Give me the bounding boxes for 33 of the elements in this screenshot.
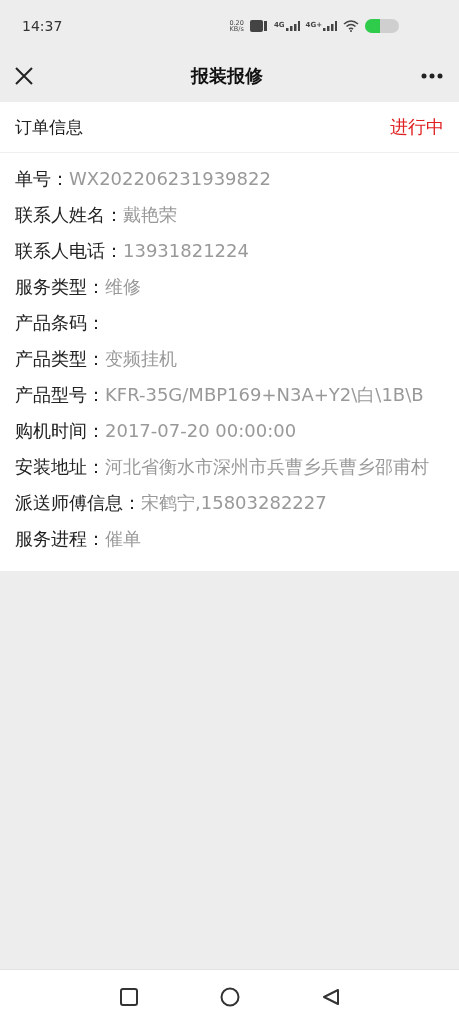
field-value: 13931821224: [123, 240, 249, 261]
close-icon[interactable]: [15, 67, 33, 85]
field-label: 联系人电话：: [15, 240, 123, 261]
section-heading: 订单信息: [15, 115, 83, 139]
field-value: 戴艳荣: [123, 204, 177, 225]
field-value: KFR-35G/MBP169+N3A+Y2\白\1B\B: [105, 384, 424, 405]
field-label: 安装地址：: [15, 456, 105, 477]
field-label: 产品型号：: [15, 384, 105, 405]
battery-icon: [365, 19, 399, 33]
field-value: 2017-07-20 00:00:00: [105, 420, 297, 441]
field-value: 变频挂机: [105, 348, 177, 369]
order-status: 进行中: [390, 115, 444, 139]
home-icon[interactable]: [219, 987, 240, 1007]
page-title: 报装报修: [191, 64, 263, 88]
field-value: 维修: [105, 276, 141, 297]
field-value: 催单: [105, 528, 141, 549]
recent-apps-icon[interactable]: [119, 988, 138, 1006]
field-value: 河北省衡水市深州市兵曹乡兵曹乡邵甫村: [105, 456, 429, 477]
field-label: 单号：: [15, 168, 69, 189]
hd-icon: [249, 20, 268, 32]
field-label: 服务类型：: [15, 276, 105, 297]
field-label: 派送师傅信息：: [15, 492, 141, 513]
field-label: 购机时间：: [15, 420, 105, 441]
field-label: 产品类型：: [15, 348, 105, 369]
field-value: 宋鹤宁,15803282227: [141, 492, 327, 513]
more-icon[interactable]: [421, 73, 443, 79]
back-icon[interactable]: [321, 988, 340, 1006]
field-label: 联系人姓名：: [15, 204, 123, 225]
field-label: 产品条码：: [15, 312, 105, 333]
field-label: 服务进程：: [15, 528, 105, 549]
clock-time: 14:37: [22, 18, 63, 34]
field-value: WX202206231939822: [69, 168, 271, 189]
wifi-icon: [343, 20, 359, 32]
